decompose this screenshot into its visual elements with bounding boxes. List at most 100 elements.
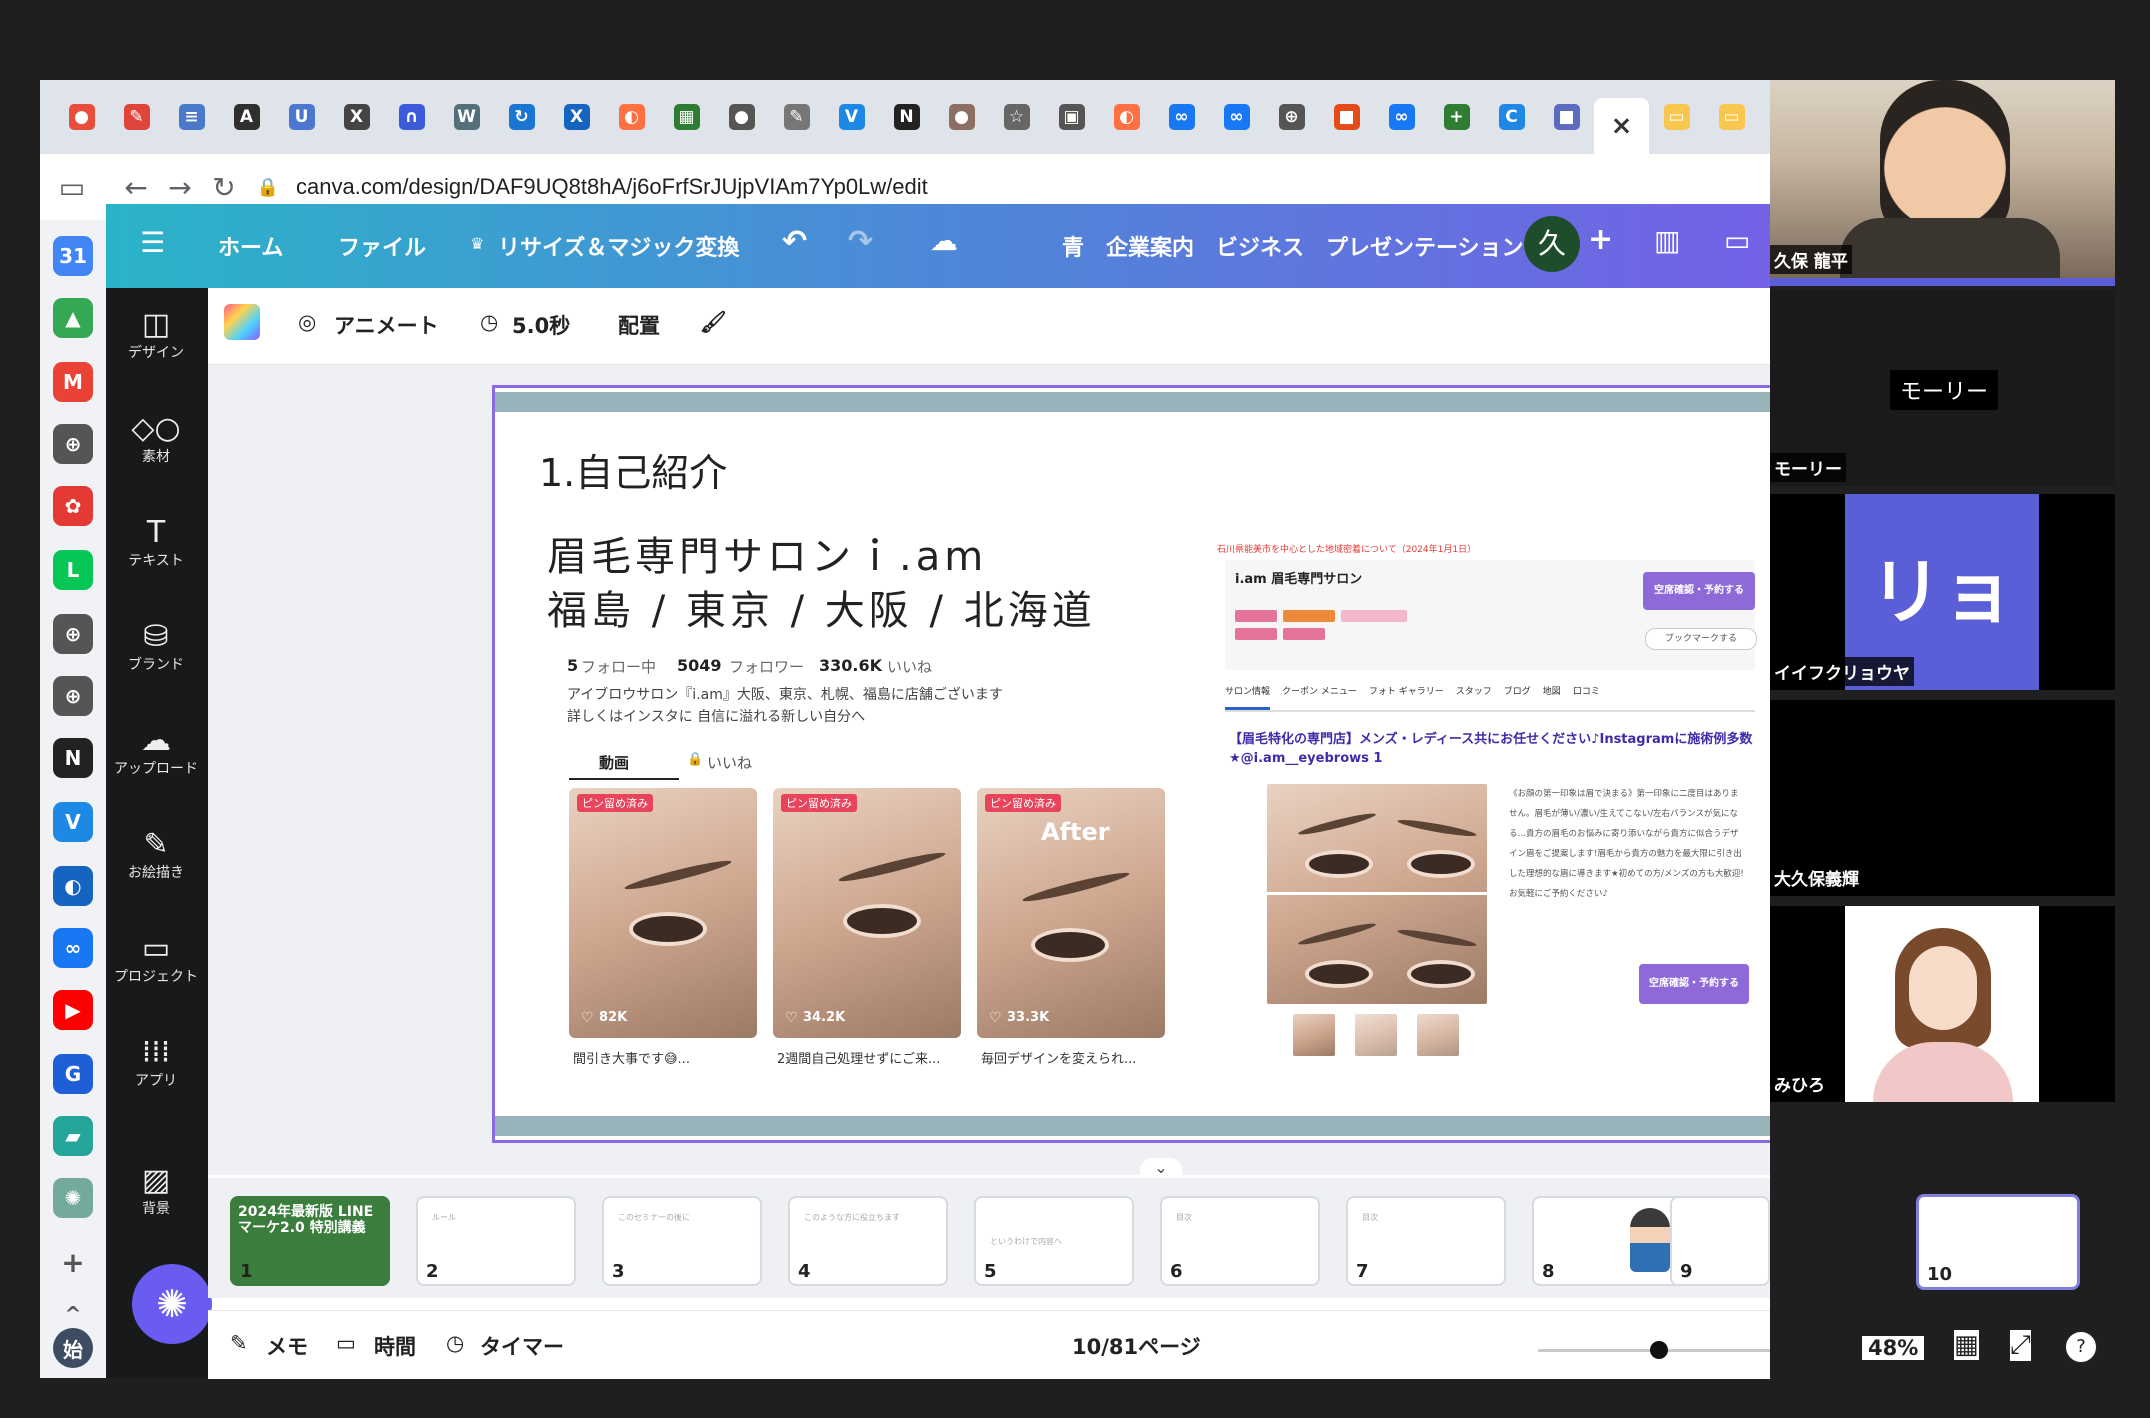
participant-tile-4[interactable]: 大久保義輝 [1770,700,2115,896]
rail-draw[interactable]: ✎ お絵描き [106,828,206,882]
tab-favicon-18[interactable]: ☆ [989,97,1044,137]
forward-icon[interactable]: → [158,165,202,209]
insights-icon[interactable]: ▥ [1654,224,1680,257]
tab-favicon-17[interactable]: ● [934,97,989,137]
zoom-slider-thumb[interactable] [1650,1341,1668,1359]
hp-reserve-button[interactable]: 空席確認・予約する [1643,572,1755,610]
hp-tab-salon[interactable]: サロン情報 [1225,684,1271,710]
profile-icon[interactable]: 始 [53,1328,93,1368]
animate-button[interactable]: アニメート [334,310,439,340]
locations[interactable]: 福島 / 東京 / 大阪 / 北海道 [547,578,1096,636]
gmail-icon[interactable]: M [53,362,93,402]
page-thumb-3[interactable]: このセミナーの後に 3 [602,1196,762,1286]
video-thumb-2[interactable]: ピン留め済み ♡ 34.2K [773,788,961,1038]
notes-button[interactable]: メモ [266,1331,308,1361]
tab-favicon-11[interactable]: ◐ [604,97,659,137]
participant-tile-5[interactable]: みひろ [1770,906,2115,1102]
tab-favicon-9[interactable]: ↻ [494,97,549,137]
page-thumb-9[interactable]: 9 [1670,1196,1770,1286]
video-thumb-1[interactable]: ピン留め済み ♡ 82K [569,788,757,1038]
rail-upload[interactable]: ☁ アップロード [106,724,206,778]
tab-favicon-19[interactable]: ▣ [1044,97,1099,137]
tab-favicon-2[interactable]: ✎ [109,97,164,137]
tab-favicon-26[interactable]: + [1429,97,1484,137]
hp-tab-blog[interactable]: ブログ [1504,684,1531,710]
notion-icon[interactable]: N [53,738,93,778]
page-thumb-4[interactable]: このような方に役立ちます 4 [788,1196,948,1286]
tab-favicon-1[interactable]: ● [54,97,109,137]
hp-tab-gallery[interactable]: フォト ギャラリー [1369,684,1444,710]
help-icon[interactable]: ? [2064,1330,2098,1364]
paint-roller-icon[interactable]: 🖌 [700,310,727,335]
magic-button[interactable]: ✺ [132,1264,212,1344]
hp-bookmark-button[interactable]: ブックマークする [1645,628,1757,650]
tab-favicon-22[interactable]: ∞ [1209,97,1264,137]
tab-favicon-7[interactable]: ∩ [384,97,439,137]
grid-view-icon[interactable]: ▦ [1954,1330,1979,1360]
page-thumb-2[interactable]: ルール 2 [416,1196,576,1286]
rail-design[interactable]: ◫ デザイン [106,308,206,362]
resize-button[interactable]: リサイズ＆マジック変換 [498,230,739,262]
drive-icon[interactable]: ▲ [53,298,93,338]
color-swatch[interactable] [224,304,260,340]
page-indicator[interactable]: 10/81ページ [1072,1331,1201,1361]
tab-favicon-4[interactable]: A [219,97,274,137]
rail-elements[interactable]: ◇○ 素材 [106,412,206,466]
video-thumb-3[interactable]: ピン留め済み After ♡ 33.3K [977,788,1165,1038]
line-icon[interactable]: L [53,550,93,590]
tab-favicon-28[interactable]: ■ [1539,97,1594,137]
tab-favicon-13[interactable]: ● [714,97,769,137]
menu-icon[interactable]: ☰ [140,226,165,259]
home-link[interactable]: ホーム [218,230,283,262]
page-thumb-8[interactable]: 8 [1532,1196,1692,1286]
chatgpt-icon[interactable]: ✺ [53,1178,93,1218]
tab-favicon-29[interactable]: ▭ [1649,97,1704,137]
rail-apps[interactable]: ⁞⁞⁞ アプリ [106,1036,206,1090]
globe-icon[interactable]: ⊕ [53,424,93,464]
hp-thumb-2[interactable] [1355,1014,1397,1056]
tab-videos[interactable]: 動画 [599,752,629,773]
cloud-saved-icon[interactable]: ☁ [930,224,958,257]
globe-icon-3[interactable]: ⊕ [53,676,93,716]
tab-favicon-20[interactable]: ◐ [1099,97,1154,137]
document-title[interactable]: 青 企業案内 ビジネス プレゼンテーション [1062,230,1524,262]
tab-favicon-5[interactable]: U [274,97,329,137]
tab-favicon-12[interactable]: ▦ [659,97,714,137]
rail-text[interactable]: T テキスト [106,516,206,570]
hp-tab-staff[interactable]: スタッフ [1456,684,1492,710]
hp-main-photo[interactable] [1267,784,1487,1004]
meta-icon[interactable]: ∞ [53,928,93,968]
url-text[interactable]: canva.com/design/DAF9UQ8t8hA/j6oFrfSrJUj… [296,174,928,200]
tab-favicon-16[interactable]: N [879,97,934,137]
tab-likes[interactable]: いいね [707,752,752,773]
reload-icon[interactable]: ↻ [202,165,246,209]
participant-tile-3[interactable]: リョ イイフクリョウヤ [1770,494,2115,690]
v-icon[interactable]: V [53,802,93,842]
file-menu[interactable]: ファイル [338,230,426,262]
slide-10[interactable]: 1.自己紹介 眉毛専門サロンｉ.am 福島 / 東京 / 大阪 / 北海道 5 … [492,385,1835,1143]
fullscreen-icon[interactable]: ⤢ [2010,1330,2031,1361]
salon-name[interactable]: 眉毛専門サロンｉ.am [547,524,987,582]
tab-favicon-6[interactable]: X [329,97,384,137]
hp-thumb-1[interactable] [1293,1014,1335,1056]
rail-background[interactable]: ▨ 背景 [106,1164,206,1218]
hp-tab-map[interactable]: 地図 [1543,684,1561,710]
page-thumb-1[interactable]: 2024年最新版 LINEマーケ2.0 特別講義 1 [230,1196,390,1286]
add-icon[interactable]: + [53,1242,93,1282]
hp-thumb-3[interactable] [1417,1014,1459,1056]
calendar-icon[interactable]: 31 [53,236,93,276]
hp-tab-coupon[interactable]: クーポン メニュー [1282,684,1357,710]
add-collaborator-button[interactable]: + [1588,222,1613,257]
redo-icon[interactable]: ↷ [848,224,873,259]
zoom-value[interactable]: 48% [1862,1336,1925,1360]
tab-favicon-23[interactable]: ⊕ [1264,97,1319,137]
page-thumb-6[interactable]: 目次 6 [1160,1196,1320,1286]
time-button[interactable]: 時間 [374,1331,416,1361]
duration-button[interactable]: 5.0秒 [512,310,570,340]
circle-app-icon[interactable]: ◐ [53,866,93,906]
tab-favicon-25[interactable]: ∞ [1374,97,1429,137]
tab-favicon-24[interactable]: ■ [1319,97,1374,137]
tab-favicon-8[interactable]: W [439,97,494,137]
present-icon[interactable]: ▭ [1724,224,1750,257]
globe-icon-2[interactable]: ⊕ [53,614,93,654]
